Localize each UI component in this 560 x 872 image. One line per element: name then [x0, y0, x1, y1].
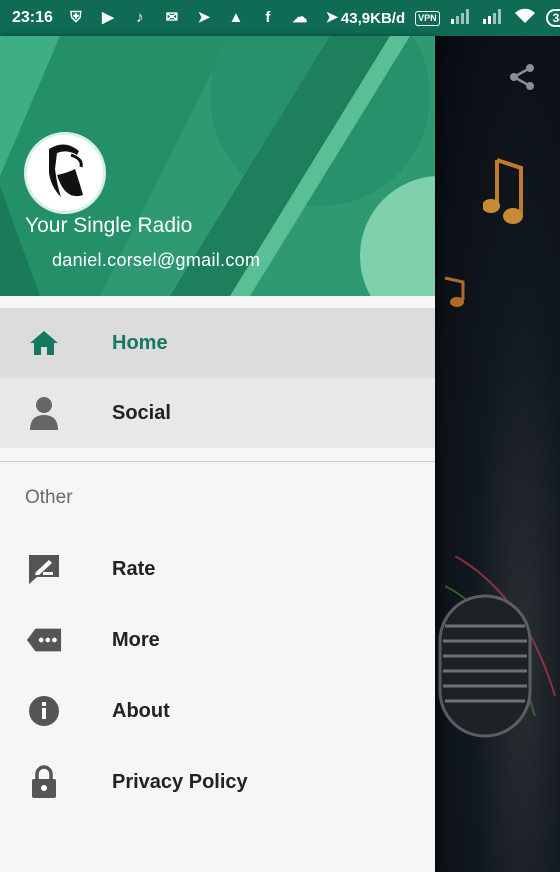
more-icon	[26, 622, 62, 658]
menu-item-privacy-policy[interactable]: Privacy Policy	[0, 747, 435, 817]
menu-item-label: More	[112, 629, 160, 651]
home-icon	[26, 325, 62, 361]
telegram-icon: ➤	[197, 9, 211, 26]
menu-item-rate[interactable]: Rate	[0, 534, 435, 604]
profile-email: daniel.corsel@gmail.com	[52, 250, 261, 270]
menu-item-label: Home	[112, 332, 168, 354]
music-note-icon	[437, 274, 467, 319]
divider	[0, 461, 435, 462]
play-icon: ▶	[102, 9, 114, 26]
menu-item-label: About	[112, 700, 170, 722]
menu-item-label: Privacy Policy	[112, 771, 248, 793]
share-icon[interactable]	[507, 62, 537, 97]
info-icon	[26, 693, 62, 729]
menu-item-home[interactable]: Home	[0, 308, 435, 378]
wifi-icon	[514, 8, 536, 28]
music-note-icon	[482, 154, 529, 239]
menu-item-label: Social	[112, 402, 171, 424]
shield-icon: ⛨	[70, 9, 82, 26]
network-speed: 43,9KB/d	[340, 9, 406, 27]
status-bar: 23:16 ⛨ ▶ ♪ ✉ ➤ ▲ f ☁ ➤ 43,9KB/d VPN 34	[0, 0, 560, 36]
main-content-backdrop	[435, 36, 560, 872]
profile-name: Your Single Radio	[25, 214, 193, 237]
facebook-icon: f	[265, 9, 271, 26]
avatar[interactable]	[24, 132, 106, 214]
section-title-other: Other	[25, 487, 73, 508]
app-icon: ▲	[228, 9, 244, 26]
status-bar-right: 43,9KB/d VPN 34	[341, 8, 560, 28]
cloud-icon: ☁	[292, 9, 308, 26]
drawer-header: Your Single Radio daniel.corsel@gmail.co…	[0, 36, 435, 296]
signal-icon	[482, 8, 504, 28]
menu-item-more[interactable]: More	[0, 605, 435, 675]
mail-icon: ✉	[165, 9, 179, 26]
navigation-drawer: Your Single Radio daniel.corsel@gmail.co…	[0, 36, 435, 872]
vpn-badge: VPN	[415, 10, 440, 26]
lock-icon	[26, 764, 62, 800]
rate-icon	[26, 551, 62, 587]
menu-item-social[interactable]: Social	[0, 378, 435, 448]
microphone-image	[435, 555, 560, 761]
person-icon	[26, 395, 62, 431]
status-time: 23:16	[12, 9, 53, 26]
music-note-icon: ♪	[136, 9, 144, 26]
telegram-icon: ➤	[325, 9, 339, 26]
avatar-image	[27, 135, 103, 211]
menu-item-label: Rate	[112, 558, 156, 580]
menu-item-about[interactable]: About	[0, 676, 435, 746]
battery-indicator: 34	[545, 9, 560, 27]
signal-icon	[450, 8, 472, 28]
status-bar-left: 23:16 ⛨ ▶ ♪ ✉ ➤ ▲ f ☁ ➤	[12, 9, 341, 27]
